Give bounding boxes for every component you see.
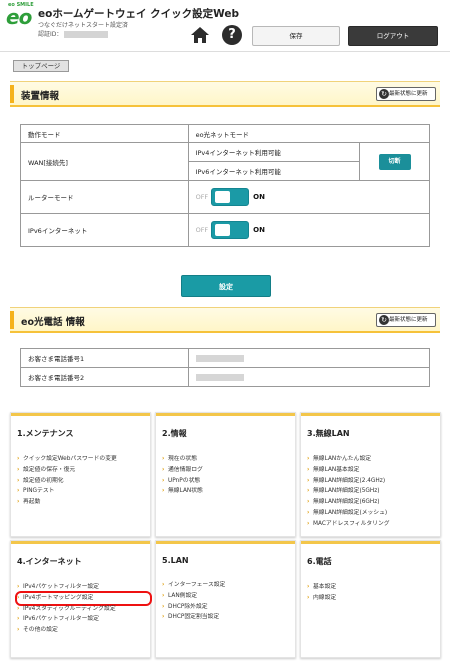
wan-ipv4: IPv4インターネット利用可能 <box>187 142 361 162</box>
help-icon[interactable]: ? <box>222 25 242 45</box>
router-mode-label: ルーターモード <box>20 180 189 214</box>
refresh-button[interactable]: ↻ 最新状態に更新 <box>376 313 436 327</box>
menu-item[interactable]: 無線LAN詳細設定(メッシュ) <box>307 508 440 519</box>
masked-phone-2 <box>196 373 244 381</box>
menu-wireless-lan: 3.無線LAN 無線LANかんたん設定 無線LAN基本設定 無線LAN詳細設定(… <box>300 412 441 537</box>
header: eo SMILE eo eoホームゲートウェイ クイック設定Web つなぐだけネ… <box>0 0 450 52</box>
toggle-track <box>211 221 250 239</box>
device-info-title: 装置情報 <box>21 91 60 102</box>
menu-item-port-mapping-highlighted[interactable]: IPv4ポートマッピング設定 <box>15 590 152 606</box>
banner-accent <box>10 311 14 329</box>
ipv6-internet-label: IPv6インターネット <box>20 213 189 247</box>
menu-item[interactable]: 設定値の初期化 <box>17 476 150 487</box>
menu-item[interactable]: 無線LAN詳細設定(5GHz) <box>307 486 440 497</box>
ipv6-internet-cell: OFF ON <box>187 213 431 247</box>
menu-item[interactable]: 無線LAN詳細設定(2.4GHz) <box>307 476 440 487</box>
menu-lan: 5.LAN インターフェース設定 LAN側設定 DHCP除外設定 DHCP固定割… <box>155 540 296 658</box>
wan-switch-cell: 切断 <box>359 142 430 181</box>
menu-item[interactable]: DHCP除外設定 <box>162 602 295 613</box>
menu-item[interactable]: 現在の状態 <box>162 454 295 465</box>
menu-title: 1.メンテナンス <box>17 429 74 438</box>
device-info-banner: 装置情報 ↻ 最新状態に更新 <box>10 81 440 107</box>
menu-item[interactable]: UPnPの状態 <box>162 476 295 487</box>
mode-label: 動作モード <box>20 124 189 143</box>
menu-item[interactable]: 設定値の保存・復元 <box>17 465 150 476</box>
phone-number-1-label: お客さま電話番号1 <box>20 348 189 368</box>
mode-value: eo光ネットモード <box>187 124 431 143</box>
menu-maintenance: 1.メンテナンス クイック設定Webパスワードの変更 設定値の保存・復元 設定値… <box>10 412 151 537</box>
toggle-knob <box>215 224 231 236</box>
menu-item[interactable]: IPv4スタティックルーティング設定 <box>17 604 150 615</box>
menu-info: 2.情報 現在の状態 通信情報ログ UPnPの状態 無線LAN状態 <box>155 412 296 537</box>
menu-item[interactable]: PINGテスト <box>17 486 150 497</box>
toggle-track <box>211 188 250 206</box>
menu-item[interactable]: IPv4パケットフィルター設定 <box>17 582 150 593</box>
menu-item[interactable]: 内線設定 <box>307 593 440 604</box>
menu-item[interactable]: 無線LAN基本設定 <box>307 465 440 476</box>
auth-id: 認証ID： <box>38 29 109 38</box>
logout-button[interactable]: ログアウト <box>348 26 438 46</box>
eo-logo: eo SMILE eo <box>6 2 34 29</box>
settings-button[interactable]: 設定 <box>181 275 271 297</box>
menu-title: 3.無線LAN <box>307 429 350 438</box>
save-button[interactable]: 保存 <box>252 26 340 46</box>
masked-auth-id <box>64 31 109 38</box>
menu-title: 5.LAN <box>162 556 189 565</box>
phone-number-1-value <box>188 348 430 368</box>
wan-ipv6: IPv6インターネット利用可能 <box>187 161 361 181</box>
menu-phone: 6.電話 基本設定 内線設定 <box>300 540 441 658</box>
menu-title: 2.情報 <box>162 429 187 438</box>
banner-accent <box>10 85 14 103</box>
device-status-table: 動作モード eo光ネットモード WAN[接続先] IPv4インターネット利用可能… <box>20 124 431 247</box>
menu-item[interactable]: 基本設定 <box>307 582 440 593</box>
menu-item[interactable]: 無線LAN状態 <box>162 486 295 497</box>
phone-info-title: eo光電話 情報 <box>21 317 85 328</box>
menu-item[interactable]: IPv6パケットフィルター設定 <box>17 614 150 625</box>
menu-title: 6.電話 <box>307 557 332 566</box>
menu-item[interactable]: 無線LANかんたん設定 <box>307 454 440 465</box>
menu-item[interactable]: クイック設定Webパスワードの変更 <box>17 454 150 465</box>
refresh-button[interactable]: ↻ 最新状態に更新 <box>376 87 436 101</box>
menu-item[interactable]: MACアドレスフィルタリング <box>307 519 440 530</box>
menu-item[interactable]: インターフェース設定 <box>162 580 295 591</box>
phone-number-2-label: お客さま電話番号2 <box>20 367 189 387</box>
breadcrumb-top[interactable]: トップページ <box>13 60 69 72</box>
refresh-icon: ↻ <box>379 89 389 99</box>
phone-info-banner: eo光電話 情報 ↻ 最新状態に更新 <box>10 307 440 333</box>
menu-internet: 4.インターネット IPv4パケットフィルター設定 IPv4ポートマッピング設定… <box>10 540 152 658</box>
phone-table: お客さま電話番号1 お客さま電話番号2 <box>20 348 430 387</box>
wan-label: WAN[接続先] <box>20 142 189 181</box>
app-title: eoホームゲートウェイ クイック設定Web <box>38 8 240 20</box>
ipv6-internet-toggle[interactable]: OFF ON <box>196 221 265 239</box>
menu-item[interactable]: その他の設定 <box>17 625 150 636</box>
router-mode-cell: OFF ON <box>187 180 431 214</box>
menu-item[interactable]: 通信情報ログ <box>162 465 295 476</box>
app-subtitle: つなぐだけネットスタート設定済 <box>38 22 129 29</box>
refresh-icon: ↻ <box>379 315 389 325</box>
disconnect-button[interactable]: 切断 <box>378 153 411 170</box>
phone-number-2-value <box>188 367 430 387</box>
toggle-knob <box>215 191 231 203</box>
home-icon[interactable] <box>190 26 210 44</box>
menu-item[interactable]: 再起動 <box>17 497 150 508</box>
masked-phone-1 <box>196 354 244 362</box>
menu-item[interactable]: 無線LAN詳細設定(6GHz) <box>307 497 440 508</box>
router-mode-toggle[interactable]: OFF ON <box>196 188 265 206</box>
menu-item[interactable]: LAN側設定 <box>162 591 295 602</box>
menu-item[interactable]: DHCP固定割当設定 <box>162 612 295 623</box>
menu-title: 4.インターネット <box>17 557 82 566</box>
